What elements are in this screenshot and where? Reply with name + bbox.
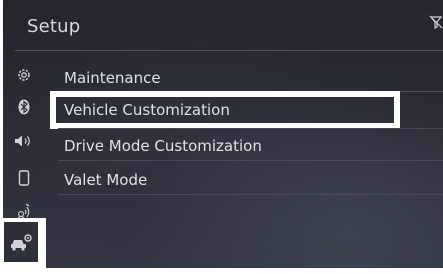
menu-separator xyxy=(58,160,443,161)
sidebar-item-vehicle-selected[interactable] xyxy=(0,218,46,268)
frame: Setup Maintenance Vehicle Customization … xyxy=(0,0,443,274)
bluetooth-icon[interactable] xyxy=(13,96,35,118)
car-settings-icon xyxy=(11,234,32,251)
menu-item-vehicle-customization[interactable]: Vehicle Customization xyxy=(50,91,400,129)
menu-item-maintenance[interactable]: Maintenance xyxy=(55,64,395,92)
title-divider xyxy=(15,50,443,51)
menu-separator xyxy=(58,91,443,92)
phone-icon[interactable] xyxy=(13,167,35,189)
menu-separator xyxy=(58,128,443,129)
gear-icon[interactable] xyxy=(13,64,35,86)
car-settings-icon-box xyxy=(4,222,38,262)
page-title: Setup xyxy=(27,16,81,37)
no-signal-icon xyxy=(429,15,443,29)
speaker-icon[interactable] xyxy=(13,130,35,152)
menu-item-valet-mode[interactable]: Valet Mode xyxy=(55,166,395,194)
menu-separator xyxy=(58,194,443,195)
setup-screen: Setup Maintenance Vehicle Customization … xyxy=(3,0,443,268)
menu-item-drive-mode-customization[interactable]: Drive Mode Customization xyxy=(55,132,395,160)
